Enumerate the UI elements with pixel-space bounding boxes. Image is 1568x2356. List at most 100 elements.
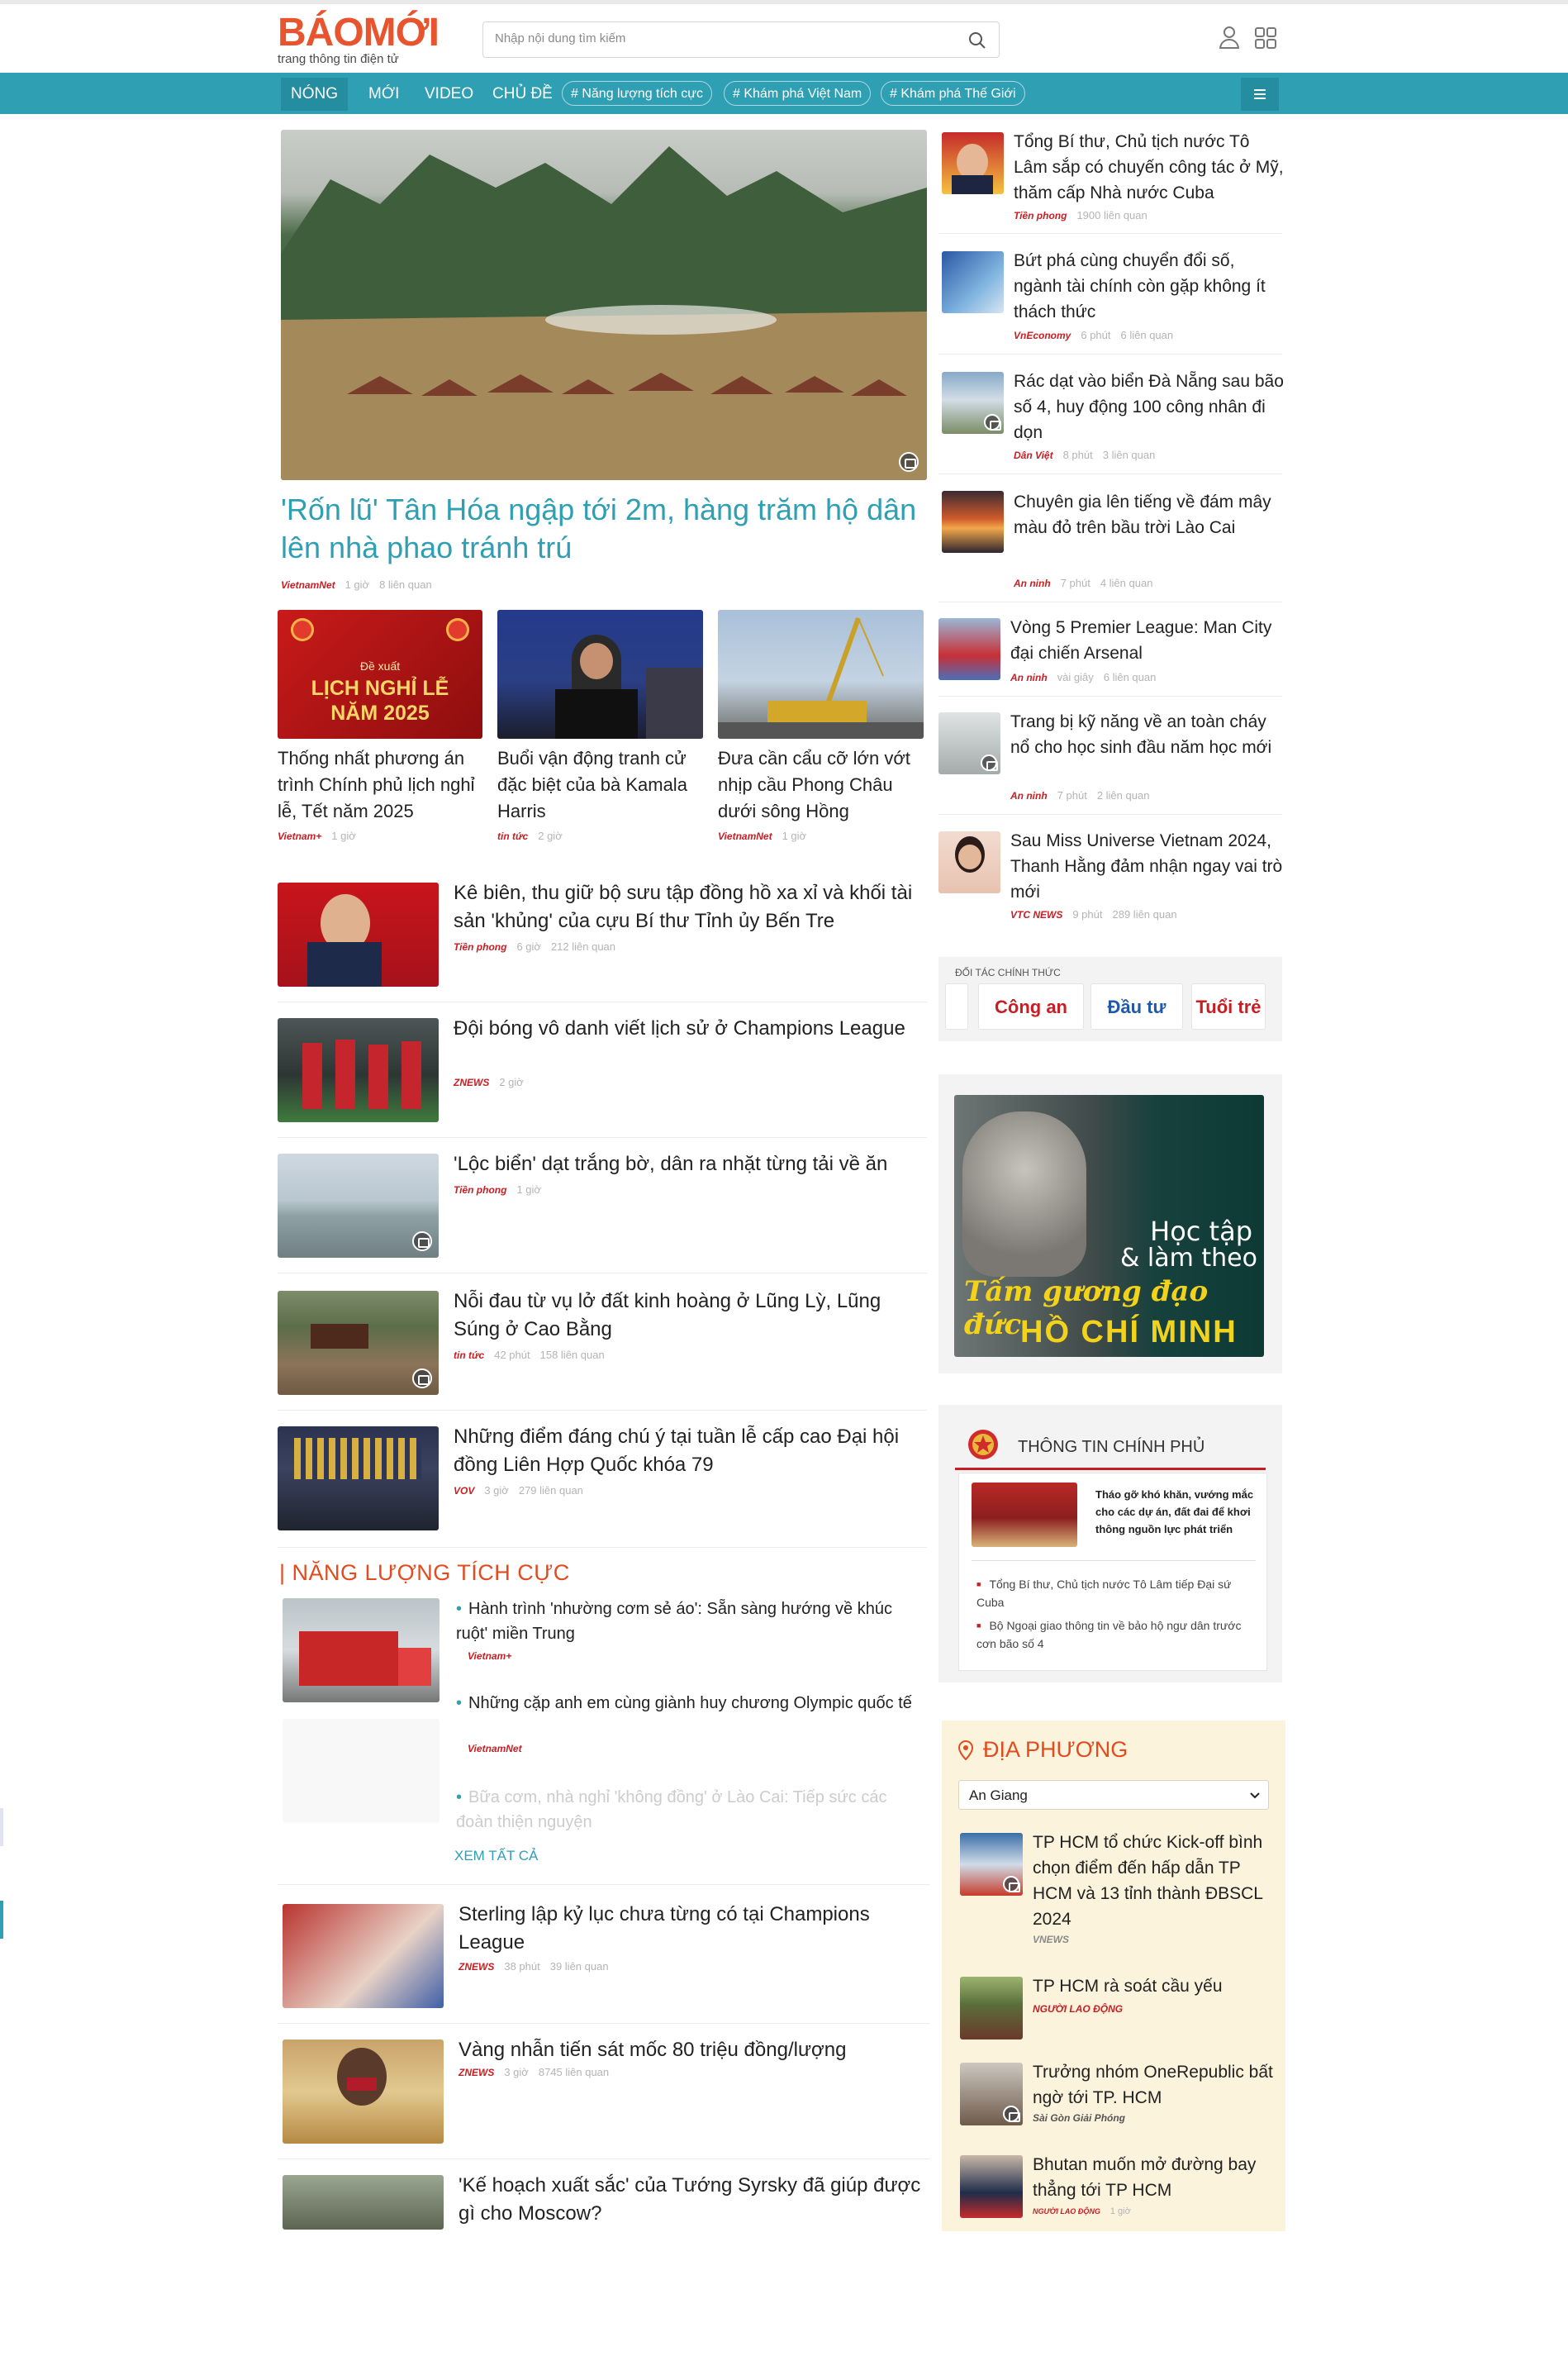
hero-title[interactable]: 'Rốn lũ' Tân Hóa ngập tới 2m, hàng trăm …: [281, 491, 927, 567]
gov-item-2[interactable]: Bộ Ngoại giao thông tin về bảo hộ ngư dâ…: [976, 1616, 1257, 1653]
local-source-2: NGƯỜI LAO ĐỘNG: [1033, 2003, 1124, 2015]
list2-image-3[interactable]: [283, 2175, 444, 2230]
nav-new[interactable]: MỚI: [359, 78, 409, 111]
hero-image[interactable]: [281, 130, 927, 480]
list-title-4[interactable]: Nỗi đau từ vụ lở đất kinh hoàng ở Lũng L…: [454, 1287, 928, 1344]
side-thumb-4[interactable]: [942, 491, 1004, 553]
local-thumb-1[interactable]: [960, 1833, 1023, 1896]
list-meta-5: VOV 3 giờ 279 liên quan: [454, 1484, 583, 1497]
list-related-1[interactable]: 212 liên quan: [551, 940, 615, 953]
site-logo[interactable]: BÁOMỚI trang thông tin điện tử: [278, 13, 440, 71]
side-related-7[interactable]: 289 liên quan: [1113, 908, 1177, 921]
list-related-4[interactable]: 158 liên quan: [540, 1349, 605, 1361]
apps-grid-icon[interactable]: [1254, 26, 1277, 50]
side-title-1[interactable]: Tổng Bí thư, Chủ tịch nước Tô Lâm sắp có…: [1014, 129, 1286, 206]
list2-title-2[interactable]: Vàng nhẫn tiến sát mốc 80 triệu đồng/lượ…: [459, 2036, 921, 2064]
grid-image-1[interactable]: Đề xuất LỊCH NGHỈ LỄ NĂM 2025: [278, 610, 482, 739]
side-related-2[interactable]: 6 liên quan: [1121, 329, 1174, 341]
hero-time: 1 giờ: [344, 578, 370, 591]
local-title-4[interactable]: Bhutan muốn mở đường bay thẳng tới TP HC…: [1033, 2152, 1281, 2203]
local-title-3[interactable]: Trưởng nhóm OneRepublic bất ngờ tới TP. …: [1033, 2059, 1281, 2111]
search-icon[interactable]: [967, 31, 987, 50]
partner-logo-1[interactable]: Công an: [978, 983, 1084, 1030]
list-related-5[interactable]: 279 liên quan: [519, 1484, 583, 1497]
positive-source-1: Vietnam+: [468, 1650, 512, 1662]
positive-item-2[interactable]: Những cặp anh em cùng giành huy chương O…: [456, 1691, 919, 1716]
side-related-6[interactable]: 2 liên quan: [1097, 789, 1150, 802]
grid-image-3[interactable]: [718, 610, 924, 739]
tag-explore-world[interactable]: # Khám phá Thế Giới: [881, 81, 1025, 106]
list2-title-1[interactable]: Sterling lập kỷ lục chưa từng có tại Cha…: [459, 1901, 921, 1957]
side-related-5[interactable]: 6 liên quan: [1104, 671, 1157, 683]
side-title-5[interactable]: Vòng 5 Premier League: Man City đại chiế…: [1010, 615, 1286, 666]
side-thumb-2[interactable]: [942, 251, 1004, 313]
tag-positive-energy[interactable]: # Năng lượng tích cực: [562, 81, 712, 106]
list-image-5[interactable]: [278, 1426, 439, 1530]
list2-related-1[interactable]: 39 liên quan: [550, 1960, 609, 1973]
logo-tagline: trang thông tin điện tử: [278, 52, 399, 66]
positive-image[interactable]: [283, 1598, 440, 1702]
list-title-5[interactable]: Những điểm đáng chú ý tại tuần lễ cấp ca…: [454, 1423, 928, 1479]
local-thumb-3[interactable]: [960, 2063, 1023, 2125]
grid-title-2[interactable]: Buổi vận động tranh cử đặc biệt của bà K…: [497, 745, 704, 825]
partner-logo-3[interactable]: Tuổi trẻ: [1191, 983, 1266, 1030]
grid-title-1[interactable]: Thống nhất phương án trình Chính phủ lịc…: [278, 745, 484, 825]
divider: [938, 814, 1282, 815]
nav-hot[interactable]: NÓNG: [281, 78, 348, 111]
list-title-1[interactable]: Kê biên, thu giữ bộ sưu tập đồng hồ xa x…: [454, 879, 928, 935]
list2-title-3[interactable]: 'Kế hoạch xuất sắc' của Tướng Syrsky đã …: [459, 2172, 921, 2228]
side-thumb-1[interactable]: [942, 132, 1004, 194]
local-title-1[interactable]: TP HCM tổ chức Kick-off bình chọn điểm đ…: [1033, 1830, 1281, 1932]
partner-logo-2[interactable]: Đầu tư: [1090, 983, 1183, 1030]
nav-video[interactable]: VIDEO: [415, 78, 483, 111]
positive-item-3[interactable]: Bữa cơm, nhà nghỉ 'không đồng' ở Lào Cai…: [456, 1785, 927, 1835]
gov-item-1[interactable]: Tổng Bí thư, Chủ tịch nước Tô Lâm tiếp Đ…: [976, 1575, 1257, 1611]
grid-image-2[interactable]: [497, 610, 703, 739]
local-thumb-2[interactable]: [960, 1977, 1023, 2039]
section-title-positive[interactable]: | NĂNG LƯỢNG TÍCH CỰC: [279, 1560, 570, 1586]
side-title-6[interactable]: Trang bị kỹ năng về an toàn cháy nổ cho …: [1010, 709, 1286, 760]
side-thumb-7[interactable]: [938, 831, 1000, 893]
list-image-4[interactable]: [278, 1291, 439, 1395]
list2-source-2: ZNEWS: [459, 2067, 495, 2078]
side-title-3[interactable]: Rác dạt vào biển Đà Nẵng sau bão số 4, h…: [1014, 369, 1286, 445]
positive-placeholder-image: [283, 1719, 440, 1823]
local-title[interactable]: ĐỊA PHƯƠNG: [983, 1737, 1128, 1763]
list2-related-2[interactable]: 8745 liên quan: [539, 2066, 609, 2078]
side-title-4[interactable]: Chuyên gia lên tiếng về đám mây màu đỏ t…: [1014, 489, 1286, 540]
side-thumb-3[interactable]: [942, 372, 1004, 434]
list-title-2[interactable]: Đội bóng vô danh viết lịch sử ở Champion…: [454, 1015, 928, 1043]
side-related-4[interactable]: 4 liên quan: [1100, 577, 1153, 589]
list-image-1[interactable]: [278, 883, 439, 987]
nav-topics[interactable]: CHỦ ĐỀ: [482, 78, 563, 111]
side-thumb-5[interactable]: [938, 618, 1000, 680]
hero-related[interactable]: 8 liên quan: [379, 578, 432, 591]
grid-title-3[interactable]: Đưa cần cẩu cỡ lớn vớt nhịp cầu Phong Ch…: [718, 745, 926, 825]
search-input[interactable]: [495, 31, 941, 45]
menu-button[interactable]: [1241, 78, 1279, 111]
list-title-3[interactable]: 'Lộc biển' dạt trắng bờ, dân ra nhặt từn…: [454, 1150, 928, 1178]
user-icon[interactable]: [1218, 25, 1241, 50]
positive-item-1[interactable]: Hành trình 'nhường cơm sẻ áo': Sẵn sàng …: [456, 1597, 927, 1646]
list-image-3[interactable]: [278, 1154, 439, 1258]
side-related-3[interactable]: 3 liên quan: [1103, 449, 1156, 461]
partner-logo-partial[interactable]: [945, 983, 968, 1030]
list-image-2[interactable]: [278, 1018, 439, 1122]
hcm-banner[interactable]: Học tập & làm theo Tấm gương đạo đức HỒ …: [954, 1095, 1264, 1357]
divider: [278, 2158, 930, 2159]
see-all-link[interactable]: XEM TẤT CẢ: [454, 1848, 538, 1864]
list2-image-2[interactable]: [283, 2039, 444, 2144]
side-title-7[interactable]: Sau Miss Universe Vietnam 2024, Thanh Hằ…: [1010, 828, 1286, 905]
gov-feature-title[interactable]: Tháo gỡ khó khăn, vướng mắc cho các dự á…: [1095, 1486, 1256, 1550]
divider: [938, 233, 1282, 234]
gov-feature-image[interactable]: [972, 1483, 1077, 1547]
list2-image-1[interactable]: [283, 1904, 444, 2008]
local-title-2[interactable]: TP HCM rà soát cầu yếu: [1033, 1973, 1281, 1999]
province-select[interactable]: An Giang: [958, 1780, 1269, 1810]
search-box[interactable]: [482, 21, 1000, 58]
tag-explore-vietnam[interactable]: # Khám phá Việt Nam: [724, 81, 872, 106]
local-thumb-4[interactable]: [960, 2155, 1023, 2218]
gov-title[interactable]: THÔNG TIN CHÍNH PHỦ: [1018, 1438, 1205, 1457]
side-title-2[interactable]: Bứt phá cùng chuyển đổi số, ngành tài ch…: [1014, 248, 1286, 325]
side-thumb-6[interactable]: [938, 712, 1000, 774]
